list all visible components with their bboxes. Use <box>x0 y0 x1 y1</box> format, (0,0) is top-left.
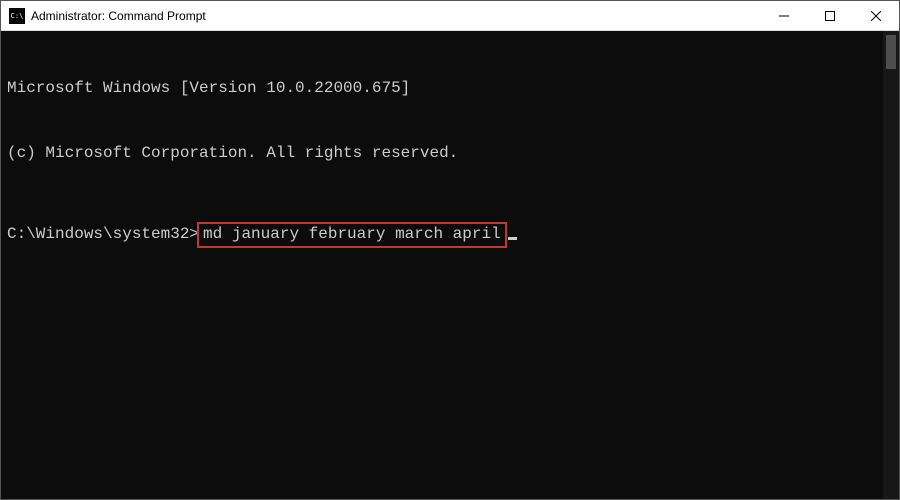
cursor <box>508 237 517 240</box>
window-title: Administrator: Command Prompt <box>31 9 761 23</box>
scrollbar[interactable] <box>883 31 899 499</box>
close-button[interactable] <box>853 1 899 30</box>
prompt-line: C:\Windows\system32>md january february … <box>7 222 893 249</box>
minimize-icon <box>779 11 789 21</box>
maximize-icon <box>825 11 835 21</box>
copyright-line: (c) Microsoft Corporation. All rights re… <box>7 143 893 165</box>
window-controls <box>761 1 899 30</box>
command-prompt-window: Administrator: Command Prompt Microsoft … <box>0 0 900 500</box>
cmd-icon <box>9 8 25 24</box>
titlebar[interactable]: Administrator: Command Prompt <box>1 1 899 31</box>
terminal[interactable]: Microsoft Windows [Version 10.0.22000.67… <box>1 31 899 499</box>
prompt-text: C:\Windows\system32> <box>7 224 199 246</box>
scrollbar-thumb[interactable] <box>886 35 896 69</box>
close-icon <box>871 11 881 21</box>
terminal-content: Microsoft Windows [Version 10.0.22000.67… <box>7 35 893 292</box>
command-text: md january february march april <box>203 225 501 243</box>
version-line: Microsoft Windows [Version 10.0.22000.67… <box>7 78 893 100</box>
command-highlight: md january february march april <box>197 222 507 249</box>
minimize-button[interactable] <box>761 1 807 30</box>
maximize-button[interactable] <box>807 1 853 30</box>
